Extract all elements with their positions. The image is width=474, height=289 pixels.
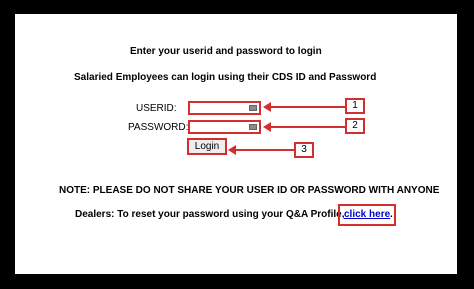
keyboard-icon[interactable] <box>249 105 257 111</box>
instruction-heading: Enter your userid and password to login <box>130 46 322 57</box>
salaried-instruction: Salaried Employees can login using their… <box>74 72 377 83</box>
callout-3: 3 <box>294 142 314 158</box>
password-input[interactable] <box>192 123 250 132</box>
click-here-link[interactable]: click here <box>344 209 390 220</box>
password-label: PASSWORD: <box>128 122 189 133</box>
password-field[interactable] <box>188 120 261 134</box>
security-note: NOTE: PLEASE DO NOT SHARE YOUR USER ID O… <box>59 185 440 196</box>
login-button[interactable]: Login <box>187 138 227 155</box>
keyboard-icon[interactable] <box>249 124 257 130</box>
dealers-suffix: . <box>390 209 393 220</box>
dealers-text: Dealers: To reset your password using yo… <box>75 209 345 220</box>
arrow-line-2 <box>270 126 346 128</box>
arrow-line-3 <box>235 149 295 151</box>
callout-1: 1 <box>345 98 365 114</box>
userid-input[interactable] <box>192 104 250 113</box>
callout-2: 2 <box>345 118 365 134</box>
userid-field[interactable] <box>188 101 261 115</box>
userid-label: USERID: <box>136 103 177 114</box>
arrow-line-1 <box>270 106 346 108</box>
click-here-highlight: click here <box>338 204 396 226</box>
